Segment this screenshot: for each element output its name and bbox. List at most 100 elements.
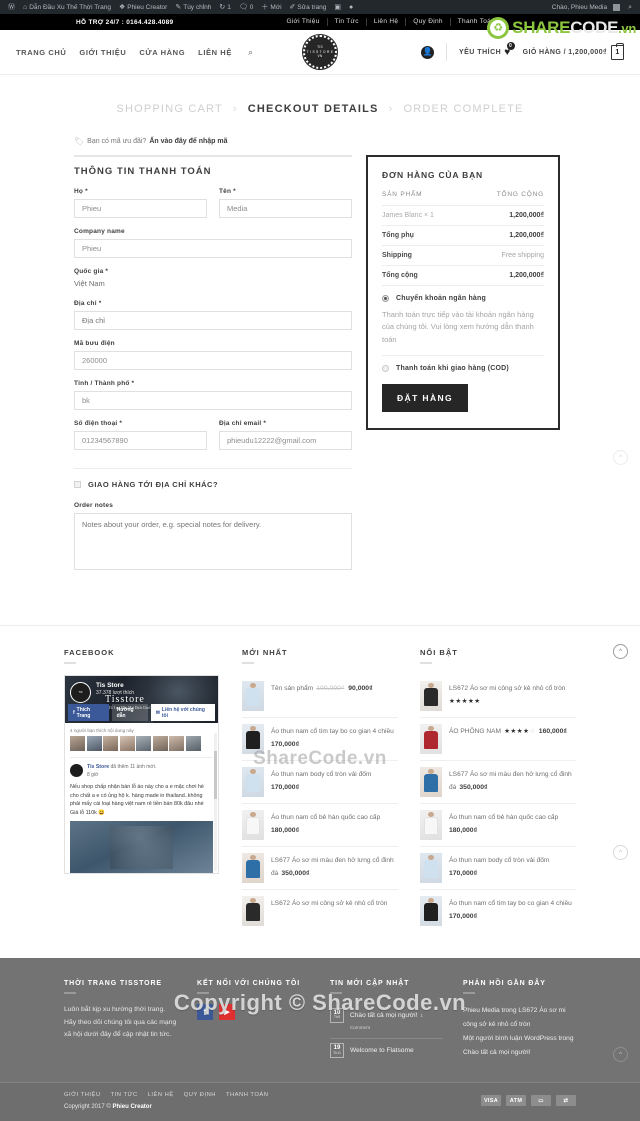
list-item[interactable]: 10 Th5 Chào tất cả mọi người! 1 Comment — [330, 1004, 443, 1040]
topnav-lien-he[interactable]: Liên Hệ — [367, 18, 407, 26]
search-icon[interactable]: ⌕ — [248, 47, 253, 58]
product-name[interactable]: Áo thun nam body cổ tròn vải đốm — [271, 771, 371, 778]
order-notes-textarea[interactable] — [74, 513, 352, 570]
list-item[interactable]: 19 Th11 Welcome to Flatsome — [330, 1039, 443, 1064]
payment-cod[interactable]: Thanh toán khi giao hàng (COD) — [382, 365, 544, 373]
post-title[interactable]: Welcome to Flatsome — [350, 1047, 414, 1054]
footer-nav-gioi-thieu[interactable]: GIỚI THIỆU — [64, 1092, 101, 1098]
payment-bank-radio[interactable] — [382, 295, 389, 302]
payment-cod-radio[interactable] — [382, 365, 389, 373]
adminbar-item-customize[interactable]: ✎ Tùy chỉnh — [171, 4, 215, 11]
ship-different-label: GIAO HÀNG TỚI ĐỊA CHỈ KHÁC? — [88, 480, 219, 489]
scroll-to-top-button[interactable]: ^ — [613, 644, 628, 659]
nav-trang-chu[interactable]: TRANG CHỦ — [16, 48, 66, 57]
footer-nav-thanh-toan[interactable]: THANH TOÁN — [226, 1092, 268, 1098]
product-name[interactable]: Tên sản phẩm — [271, 685, 313, 692]
list-item[interactable]: LS672 Áo sơ mi công sở kẻ nhỏ cổ tròn — [242, 890, 398, 932]
city-input[interactable] — [74, 391, 352, 410]
adminbar-item-brand[interactable]: ❖ Phieu Creator — [115, 4, 171, 11]
facebook-post-author[interactable]: Tis Store — [87, 764, 109, 770]
product-name[interactable]: Áo thun nam cổ tim tay bo co gian 4 chiề… — [449, 900, 572, 907]
adminbar-item-new[interactable]: ＋ Mới — [257, 4, 285, 11]
list-item[interactable]: Áo thun nam body cổ tròn vải đốm 170,000… — [420, 847, 576, 890]
facebook-guide-button[interactable]: Hướng dẫn — [111, 704, 148, 721]
nav-gioi-thieu[interactable]: GIỚI THIỆU — [79, 48, 126, 57]
adminbar-search[interactable]: ⌕ — [624, 4, 636, 11]
scroll-to-top-button[interactable]: ^ — [613, 1047, 628, 1062]
list-item[interactable]: LS677 Áo sơ mi màu đen hở lưng cổ đinh đ… — [242, 847, 398, 890]
adminbar-account[interactable]: Chào, Phieu Media — [548, 3, 624, 11]
payment-bank-transfer[interactable]: Chuyển khoản ngân hàng — [382, 295, 544, 302]
topnav-quy-dinh[interactable]: Quy Định — [406, 18, 451, 26]
product-name[interactable]: ÁO PHÔNG NAM — [449, 728, 501, 735]
step-shopping-cart[interactable]: SHOPPING CART — [116, 103, 222, 115]
adminbar-item-comments[interactable]: 🗨 0 — [235, 4, 258, 11]
list-item[interactable]: Một người bình luận WordPress trong Chào… — [463, 1032, 576, 1060]
topnav-tin-tuc[interactable]: Tin Tức — [328, 18, 367, 26]
list-item[interactable]: Áo thun nam cổ bẻ hàn quốc cao cấp 180,0… — [420, 804, 576, 847]
footer-nav-lien-he[interactable]: LIÊN HỆ — [148, 1092, 174, 1098]
product-name[interactable]: Áo thun nam body cổ tròn vải đốm — [449, 857, 549, 864]
product-name[interactable]: Áo thun nam cổ tim tay bo co gian 4 chiề… — [271, 728, 394, 735]
wishlist-link[interactable]: YÊU THÍCH ♥ 0 — [459, 41, 515, 58]
list-item[interactable]: Áo thun nam cổ tim tay bo co gian 4 chiề… — [242, 718, 398, 761]
footer-recent-comments: PHẢN HỒI GẦN ĐÂY Phieu Media trong LS672… — [463, 980, 576, 1064]
cart-link[interactable]: GIỎ HÀNG / 1,200,000₫ 1 — [523, 42, 624, 60]
order-col-total: TỔNG CỘNG — [466, 191, 544, 206]
topnav-gioi-thieu[interactable]: Giới Thiệu — [279, 18, 328, 26]
scroll-to-top-button[interactable]: ^ — [613, 450, 628, 465]
list-item[interactable]: Áo thun nam body cổ tròn vải đốm 170,000… — [242, 761, 398, 804]
latest-widget-title: MỚI NHẤT — [242, 648, 288, 657]
facebook-icon[interactable]: f — [197, 1004, 213, 1020]
list-item[interactable]: Áo thun nam cổ bẻ hàn quốc cao cấp 180,0… — [242, 804, 398, 847]
first-name-input[interactable] — [74, 199, 207, 218]
facebook-like-button[interactable]: f Thích Trang — [68, 704, 109, 721]
ship-to-different-address[interactable]: GIAO HÀNG TỚI ĐỊA CHỈ KHÁC? — [74, 468, 352, 502]
facebook-contact-button[interactable]: ✉ Liên hệ với chúng tôi — [150, 704, 215, 721]
post-title[interactable]: Chào tất cả mọi người! — [350, 1012, 417, 1019]
product-name[interactable]: Áo thun nam cổ bẻ hàn quốc cao cấp — [271, 814, 380, 821]
product-name[interactable]: LS672 Áo sơ mi công sở kẻ nhỏ cổ tròn — [449, 685, 565, 692]
step-order-complete[interactable]: ORDER COMPLETE — [403, 103, 523, 115]
list-item[interactable]: Tên sản phẩm 100,000₫ 90,000₫ — [242, 675, 398, 718]
list-item[interactable]: LS672 Áo sơ mi công sở kẻ nhỏ cổ tròn ★★… — [420, 675, 576, 718]
footer-news-title: TIN MỚI CẬP NHẬT — [330, 980, 410, 987]
address-input[interactable] — [74, 311, 352, 330]
youtube-icon[interactable]: ▶ — [219, 1004, 235, 1020]
adminbar-item-wordpress[interactable]: Ⓦ — [4, 4, 19, 11]
topnav-thanh-toan[interactable]: Thanh Toán — [451, 18, 502, 26]
scrollbar-thumb[interactable] — [214, 751, 217, 799]
last-name-input[interactable] — [219, 199, 352, 218]
facebook-feed-scrollbar[interactable] — [214, 733, 217, 872]
rating-stars: ★★★★★ — [449, 697, 481, 705]
adminbar-item-site[interactable]: ⌂ Dẫn Đầu Xu Thế Thời Trang — [19, 4, 115, 11]
footer-nav-tin-tuc[interactable]: TIN TỨC — [111, 1092, 138, 1098]
adminbar-item-edit-page[interactable]: ✐ Sửa trang — [286, 4, 331, 11]
adminbar-item-dot[interactable]: ● — [345, 4, 357, 11]
nav-lien-he[interactable]: LIÊN HỆ — [198, 48, 232, 57]
product-info: Áo thun nam body cổ tròn vải đốm 170,000… — [449, 853, 576, 878]
ship-different-checkbox[interactable] — [74, 481, 81, 488]
facebook-post-image[interactable] — [70, 821, 213, 874]
company-input[interactable] — [74, 239, 352, 258]
footer-nav-quy-dinh[interactable]: QUY ĐỊNH — [184, 1092, 216, 1098]
account-icon[interactable]: 👤 — [420, 45, 434, 59]
list-item[interactable]: LS677 Áo sơ mi màu đen hở lưng cổ đinh đ… — [420, 761, 576, 804]
site-logo[interactable]: TIS T I S S T O R E VN — [302, 34, 338, 70]
product-name[interactable]: LS672 Áo sơ mi công sở kẻ nhỏ cổ tròn — [271, 900, 387, 907]
coupon-link[interactable]: Ấn vào đây để nhập mã — [149, 138, 227, 145]
product-price: 350,000₫ — [459, 783, 488, 791]
list-item[interactable]: Áo thun nam cổ tim tay bo co gian 4 chiề… — [420, 890, 576, 932]
adminbar-item-extra[interactable]: ▣ — [330, 4, 345, 11]
phone-input[interactable] — [74, 431, 207, 450]
email-input[interactable] — [219, 431, 352, 450]
product-name[interactable]: Áo thun nam cổ bẻ hàn quốc cao cấp — [449, 814, 558, 821]
adminbar-item-updates[interactable]: ↻ 1 — [215, 4, 235, 11]
place-order-button[interactable]: ĐẶT HÀNG — [382, 384, 469, 413]
step-checkout-details[interactable]: CHECKOUT DETAILS — [248, 103, 379, 115]
list-item[interactable]: ÁO PHÔNG NAM ★★★★☆ 160,000₫ — [420, 718, 576, 761]
list-item[interactable]: Phieu Media trong LS672 Áo sơ mi công sở… — [463, 1004, 576, 1032]
nav-cua-hang[interactable]: CỬA HÀNG — [139, 48, 185, 57]
scroll-to-top-button[interactable]: ^ — [613, 845, 628, 860]
postcode-input[interactable] — [74, 351, 352, 370]
